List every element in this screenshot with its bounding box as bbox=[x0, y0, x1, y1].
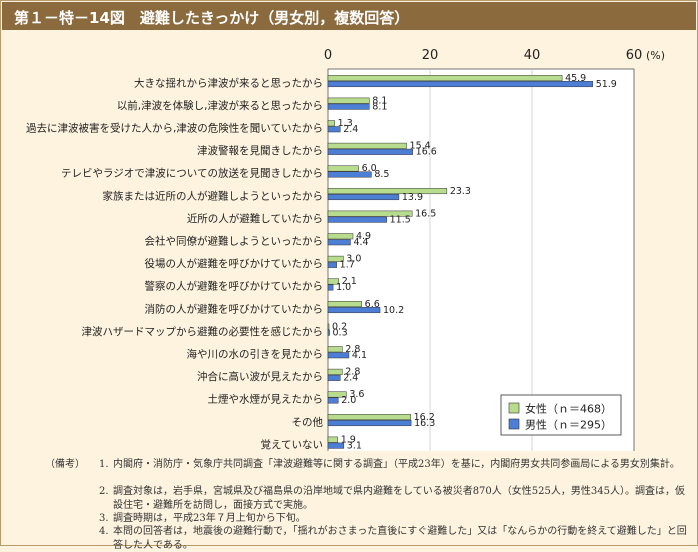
legend-label: 女性（ｎ＝468） bbox=[525, 402, 612, 416]
data-label: 23.3 bbox=[450, 186, 471, 197]
bar bbox=[327, 75, 563, 82]
category-label: 覚えていない bbox=[261, 438, 323, 451]
x-tick-label: 40 bbox=[524, 48, 541, 63]
category-label: 会社や同僚が避難しようといったから bbox=[145, 235, 324, 248]
category-label: 以前,津波を体験し,津波が来ると思ったから bbox=[117, 99, 323, 112]
category-label: その他 bbox=[292, 415, 324, 428]
axis-unit-label: (%) bbox=[646, 49, 665, 62]
bar bbox=[327, 301, 362, 308]
bar bbox=[327, 284, 334, 291]
bar bbox=[327, 148, 413, 155]
bar bbox=[327, 261, 337, 268]
bar bbox=[327, 188, 448, 195]
bar bbox=[327, 323, 330, 330]
category-label: 津波ハザードマップから避難の必要性を感じたから bbox=[82, 325, 324, 338]
bar bbox=[327, 374, 341, 381]
bar bbox=[327, 352, 350, 359]
bar bbox=[327, 194, 400, 201]
bar bbox=[327, 420, 412, 427]
bar bbox=[327, 103, 370, 110]
figure-title: 第１－特－14図 避難したきっかけ（男女別，複数回答） bbox=[14, 9, 410, 27]
category-label: 大きな揺れから津波が来ると思ったから bbox=[134, 76, 323, 89]
category-label: 役場の人が避難を呼びかけていたから bbox=[145, 257, 324, 270]
category-label: 警察の人が避難を呼びかけていたから bbox=[145, 280, 324, 293]
data-label: 1.7 bbox=[340, 260, 355, 271]
note-text: 調査対象は，岩手県，宮城県及び福島県の沿岸地域で県内避難をしている被災者870人… bbox=[113, 486, 685, 511]
data-label: 1.0 bbox=[336, 282, 351, 293]
data-label: 2.0 bbox=[341, 395, 356, 406]
data-label: 51.9 bbox=[596, 79, 617, 90]
bar bbox=[327, 171, 372, 178]
data-label: 2.4 bbox=[343, 373, 358, 384]
note-text: 本問の回答者は，地震後の避難行動で，「揺れがおさまった直後にすぐ避難した」又は「… bbox=[113, 526, 687, 551]
category-label: テレビやラジオで津波についての放送を見聞きしたから bbox=[61, 167, 323, 180]
bar bbox=[327, 233, 354, 240]
bar bbox=[327, 97, 370, 104]
note-text: 内閣府・消防庁・気象庁共同調査「津波避難等に関する調査」（平成23年）を基に，内… bbox=[113, 459, 680, 470]
legend-swatch bbox=[508, 402, 520, 414]
data-label: 4.1 bbox=[352, 350, 367, 361]
data-label: 8.5 bbox=[374, 169, 389, 180]
notes-heading: （備考） bbox=[45, 459, 85, 470]
bar bbox=[327, 442, 345, 449]
category-label: 土煙や水煙が見えたから bbox=[208, 393, 324, 406]
category-label: 津波警報を見聞きしたから bbox=[197, 144, 323, 157]
figure-frame: 第１－特－14図 避難したきっかけ（男女別，複数回答） 0 20 40 60 (%) 大き… bbox=[0, 0, 698, 551]
bar bbox=[327, 120, 335, 127]
data-label: 10.2 bbox=[383, 305, 404, 316]
x-tick-label: 20 bbox=[422, 48, 439, 63]
data-label: 16.5 bbox=[415, 208, 436, 219]
category-label: 家族または近所の人が避難しようといったから bbox=[103, 189, 324, 202]
bar bbox=[327, 436, 338, 443]
category-label: 過去に津波被害を受けた人から,津波の危険性を聞いていたから bbox=[26, 122, 323, 135]
plot-area bbox=[327, 68, 635, 458]
category-label: 近所の人が避難していたから bbox=[187, 212, 323, 225]
data-label: 3.1 bbox=[347, 440, 362, 451]
data-label: 2.4 bbox=[343, 124, 358, 135]
x-tick-label: 60 bbox=[626, 48, 643, 63]
note-number: 3. bbox=[99, 513, 109, 524]
data-label: 4.4 bbox=[353, 237, 368, 248]
data-label: 0.3 bbox=[333, 327, 348, 338]
bar bbox=[327, 142, 407, 149]
bar bbox=[327, 307, 381, 314]
category-label: 消防の人が避難を呼びかけていたから bbox=[145, 302, 324, 315]
category-label: 海や川の水の引きを見たから bbox=[187, 348, 324, 361]
data-label: 8.1 bbox=[372, 101, 387, 112]
note-number: 4. bbox=[99, 526, 109, 537]
bar bbox=[327, 346, 343, 353]
title-bar: 第１－特－14図 避難したきっかけ（男女別，複数回答） bbox=[2, 2, 696, 30]
x-tick-label: 0 bbox=[324, 48, 332, 63]
bar bbox=[327, 414, 411, 421]
bar bbox=[327, 81, 593, 88]
bar bbox=[327, 329, 330, 336]
bar bbox=[327, 165, 359, 172]
category-label: 沖合に高い波が見えたから bbox=[197, 370, 323, 383]
legend-swatch bbox=[508, 418, 520, 430]
bar bbox=[327, 368, 343, 375]
bar bbox=[327, 397, 339, 404]
bar bbox=[327, 216, 387, 223]
bar-chart: 0 20 40 60 (%)大きな揺れから津波が来ると思ったから 45.951.9以前,津… bbox=[26, 48, 665, 458]
note-number: 2. bbox=[99, 486, 109, 497]
data-label: 13.9 bbox=[402, 192, 423, 203]
bar bbox=[327, 239, 351, 246]
legend-label: 男性（ｎ＝295） bbox=[525, 418, 612, 432]
data-label: 16.3 bbox=[414, 418, 435, 429]
bar bbox=[327, 126, 341, 133]
note-text: 調査時期は，平成23年７月上旬から下旬。 bbox=[113, 513, 306, 524]
chart-area: 0 20 40 60 (%) 大きな揺れから津波が来ると思ったから 45.9 51.9 以前,津… bbox=[1, 31, 698, 458]
data-label: 16.6 bbox=[416, 147, 437, 158]
note-number: 1. bbox=[99, 459, 109, 470]
data-label: 11.5 bbox=[390, 214, 411, 225]
